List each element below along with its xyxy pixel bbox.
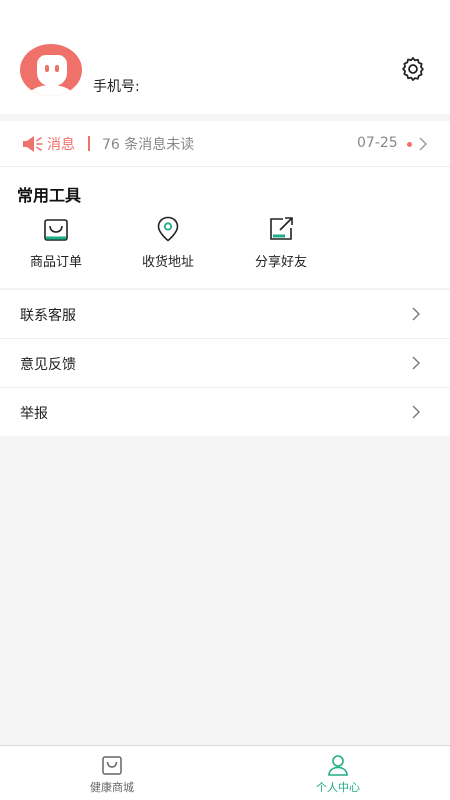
avatar-body — [28, 85, 74, 96]
tool-label: 商品订单 — [29, 255, 82, 270]
common-tools-section: 常用工具 商品订单 收货地址 分享好友 — [0, 167, 450, 288]
bottom-tab-bar: 健康商城 个人中心 — [0, 745, 450, 800]
chevron-right-icon — [412, 307, 420, 321]
tab-health-mall[interactable]: 健康商城 — [62, 754, 162, 795]
person-icon — [328, 755, 348, 776]
megaphone-icon — [23, 136, 43, 152]
location-pin-icon — [157, 216, 179, 242]
avatar[interactable] — [20, 44, 82, 96]
section-title: 常用工具 — [17, 186, 82, 205]
chevron-right-icon — [419, 137, 427, 151]
message-tag: 消息 — [47, 137, 75, 153]
profile-header: 手机号: — [0, 0, 450, 114]
unread-dot — [407, 142, 412, 147]
menu-item-label: 意见反馈 — [20, 357, 76, 373]
tool-label: 分享好友 — [254, 255, 307, 270]
phone-label: 手机号: — [93, 79, 140, 95]
menu-item-feedback[interactable]: 意见反馈 — [0, 338, 450, 387]
settings-button[interactable] — [398, 54, 428, 84]
chevron-right-icon — [412, 356, 420, 370]
unread-count: 76 条消息未读 — [102, 137, 195, 153]
chevron-right-icon — [412, 405, 420, 419]
tool-label: 收货地址 — [141, 255, 194, 270]
gear-icon — [402, 57, 424, 81]
notice-date: 07-25 — [357, 135, 398, 151]
menu-list: 联系客服 意见反馈 举报 — [0, 289, 450, 436]
notice-bar[interactable]: 消息 76 条消息未读 07-25 — [0, 121, 450, 167]
tool-orders[interactable]: 商品订单 — [16, 215, 96, 271]
tab-label: 健康商城 — [90, 781, 134, 794]
share-icon — [270, 217, 293, 240]
shopping-bag-icon — [44, 219, 68, 241]
menu-item-label: 举报 — [20, 406, 48, 422]
shopping-bag-icon — [102, 756, 122, 775]
menu-item-report[interactable]: 举报 — [0, 387, 450, 436]
menu-item-label: 联系客服 — [20, 308, 76, 324]
tool-share[interactable]: 分享好友 — [241, 215, 321, 271]
avatar-face — [37, 55, 67, 86]
tab-label: 个人中心 — [316, 781, 360, 794]
menu-item-customer-service[interactable]: 联系客服 — [0, 289, 450, 338]
tab-personal-center[interactable]: 个人中心 — [288, 754, 388, 795]
tool-address[interactable]: 收货地址 — [128, 215, 208, 271]
divider — [88, 136, 90, 151]
